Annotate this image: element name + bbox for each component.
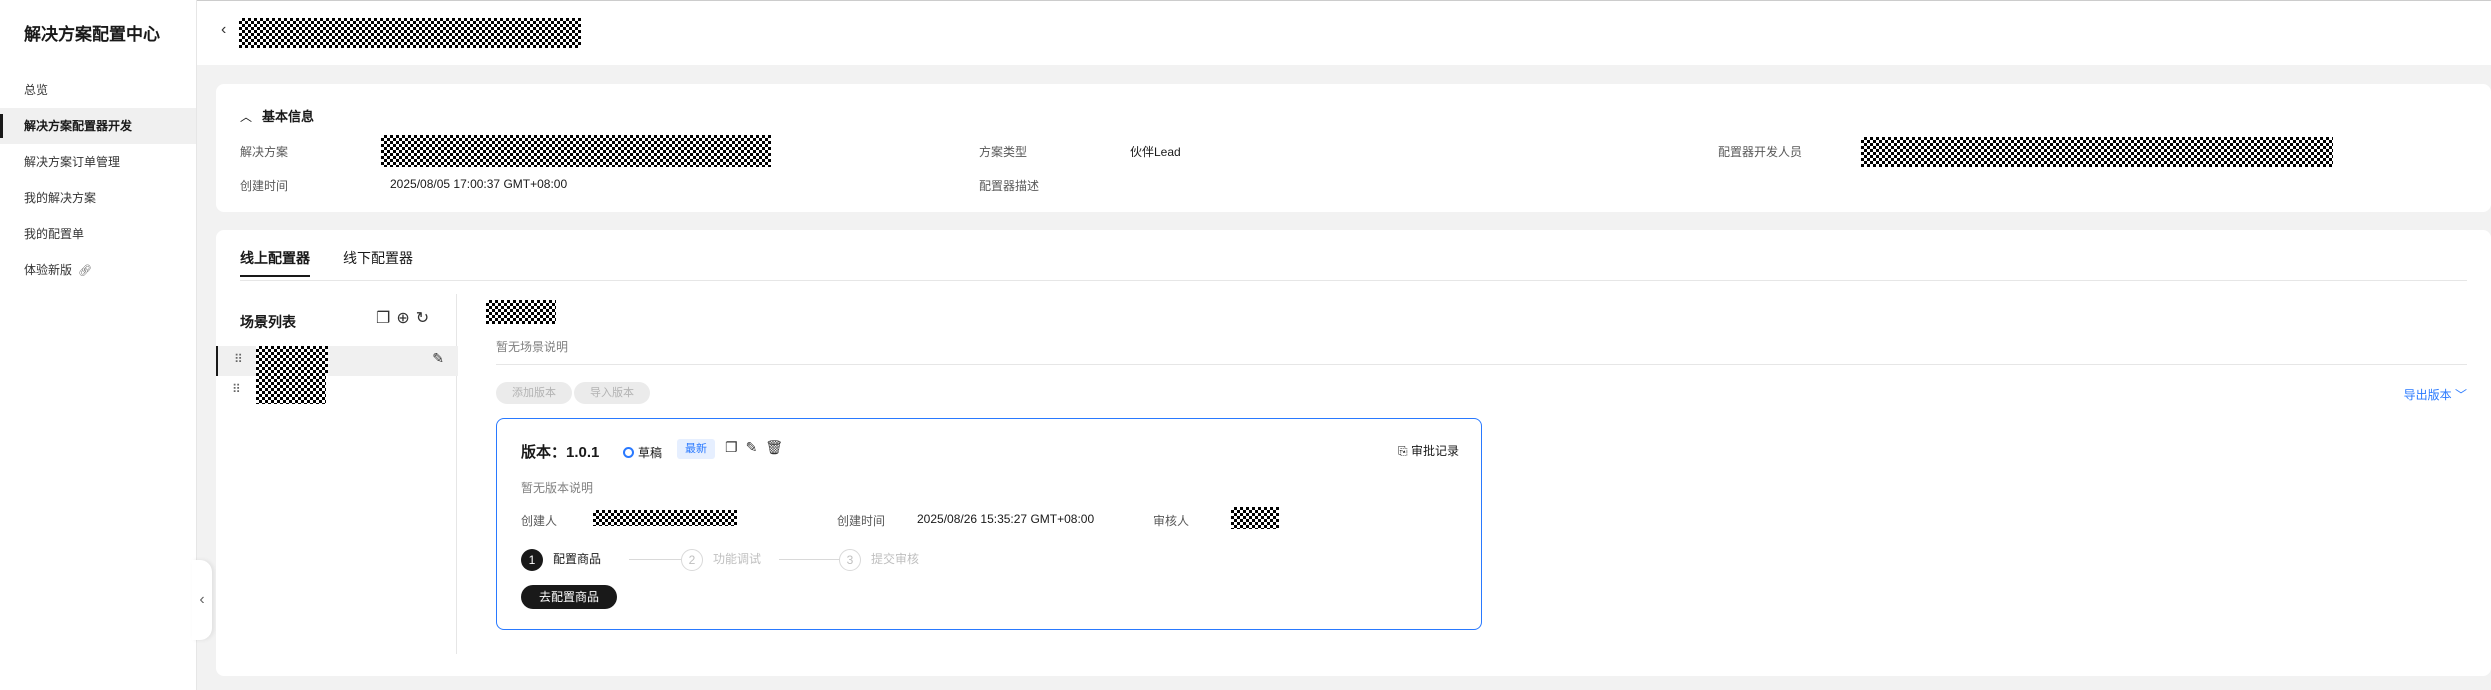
sidebar-item-overview[interactable]: 总览 xyxy=(0,72,196,108)
section-title: 基本信息 xyxy=(262,109,315,124)
step-function-debug: 2 功能调试 xyxy=(681,549,761,571)
sidebar-item-label: 我的解决方案 xyxy=(24,191,97,205)
add-version-button[interactable]: 添加版本 xyxy=(496,382,572,404)
record-icon: ⎘ xyxy=(1398,444,1408,458)
sidebar-item-my-config-list[interactable]: 我的配置单 xyxy=(0,216,196,252)
status-label: 草稿 xyxy=(638,446,663,460)
version-created-label: 创建时间 xyxy=(837,514,886,528)
page-header: ‹ xyxy=(197,0,2491,65)
version-title: 版本：1.0.1 xyxy=(521,444,600,461)
version-card: 版本：1.0.1 草稿 最新 ❐✎🗑︎ ⎘ 审批记录 暂无版本说明 创建人 创建… xyxy=(496,418,1482,630)
scene-title-redacted xyxy=(486,300,556,324)
divider xyxy=(496,364,2467,365)
sidebar-item-label: 我的配置单 xyxy=(24,227,85,241)
edit-icon[interactable]: ✎ xyxy=(432,350,444,367)
created-label: 创建时间 xyxy=(240,179,289,193)
tab-offline-configurator[interactable]: 线下配置器 xyxy=(343,248,413,268)
version-created-value: 2025/08/26 15:35:27 GMT+08:00 xyxy=(917,512,1095,526)
chevron-down-icon: ﹀ xyxy=(2454,388,2467,402)
type-label: 方案类型 xyxy=(979,145,1028,159)
scene-list-title: 场景列表 xyxy=(240,314,296,330)
scene-name-redacted xyxy=(256,376,326,404)
reviewer-label: 审核人 xyxy=(1153,514,1190,528)
basic-info-toggle[interactable]: ︿ 基本信息 xyxy=(240,106,314,125)
step-label: 配置商品 xyxy=(553,552,602,567)
scene-toolbar: ❐⊕↻ xyxy=(376,308,435,328)
edit-icon[interactable]: ✎ xyxy=(746,439,766,455)
tab-online-configurator[interactable]: 线上配置器 xyxy=(240,248,310,277)
export-version-label: 导出版本 xyxy=(2403,388,2452,402)
latest-badge: 最新 xyxy=(677,439,715,459)
approval-record-link[interactable]: ⎘ 审批记录 xyxy=(1398,442,1459,459)
import-version-button[interactable]: 导入版本 xyxy=(574,382,650,404)
go-configure-products-button[interactable]: 去配置商品 xyxy=(521,585,618,609)
approval-record-label: 审批记录 xyxy=(1410,444,1459,458)
configurator-card: 线上配置器 线下配置器 场景列表 ❐⊕↻ ⠿ ✎ ⠿ 暂无场景说明 添加版本 导… xyxy=(216,230,2491,676)
page-title-redacted xyxy=(239,18,581,48)
scene-name-redacted xyxy=(256,346,328,376)
app-title: 解决方案配置中心 xyxy=(24,25,160,44)
scene-description: 暂无场景说明 xyxy=(496,340,569,354)
sidebar-item-my-solutions[interactable]: 我的解决方案 xyxy=(0,180,196,216)
refresh-icon[interactable]: ↻ xyxy=(416,310,435,327)
solution-label: 解决方案 xyxy=(240,145,289,159)
created-value: 2025/08/05 17:00:37 GMT+08:00 xyxy=(390,177,568,191)
desc-label: 配置器描述 xyxy=(979,179,1040,193)
configurator-tabs: 线上配置器 线下配置器 xyxy=(240,230,2467,281)
version-actions: ❐✎🗑︎ xyxy=(725,439,791,456)
step-label: 功能调试 xyxy=(713,552,762,567)
scene-list-panel: 场景列表 ❐⊕↻ ⠿ ✎ ⠿ xyxy=(216,294,458,654)
sidebar-item-try-new[interactable]: 体验新版 🔗︎ xyxy=(0,252,196,288)
step-label: 提交审核 xyxy=(871,552,920,567)
step-submit-review: 3 提交审核 xyxy=(839,549,919,571)
step-number: 1 xyxy=(521,549,543,571)
export-version-button[interactable]: 导出版本 ﹀ xyxy=(2404,386,2467,403)
step-number: 2 xyxy=(681,549,703,571)
back-icon[interactable]: ‹ xyxy=(221,21,226,39)
add-circle-icon[interactable]: ⊕ xyxy=(396,310,415,327)
version-description: 暂无版本说明 xyxy=(521,481,594,495)
status-badge: 草稿 xyxy=(623,444,662,461)
step-number: 3 xyxy=(839,549,861,571)
sidebar: 解决方案配置中心 总览 解决方案配置器开发 解决方案订单管理 我的解决方案 我的… xyxy=(0,0,197,690)
sidebar-item-order-management[interactable]: 解决方案订单管理 xyxy=(0,144,196,180)
solution-value-redacted xyxy=(381,135,771,167)
scene-item[interactable]: ⠿ ✎ xyxy=(216,346,458,376)
scene-detail: 暂无场景说明 添加版本 导入版本 导出版本 ﹀ 版本：1.0.1 草稿 最新 ❐… xyxy=(476,294,2467,664)
creator-label: 创建人 xyxy=(521,514,558,528)
drag-handle-icon[interactable]: ⠿ xyxy=(232,382,241,396)
creator-value-redacted xyxy=(593,510,737,526)
scene-item[interactable]: ⠿ xyxy=(216,376,456,406)
step-configure-products: 1 配置商品 xyxy=(521,549,601,571)
sidebar-nav: 总览 解决方案配置器开发 解决方案订单管理 我的解决方案 我的配置单 体验新版 🔗… xyxy=(0,72,196,288)
status-dot-icon xyxy=(623,447,634,458)
sidebar-collapse-button[interactable]: ‹ xyxy=(192,560,212,640)
sidebar-item-label: 体验新版 xyxy=(24,263,73,277)
reviewer-value-redacted xyxy=(1231,507,1279,529)
drag-handle-icon[interactable]: ⠿ xyxy=(234,352,243,366)
developer-value-redacted xyxy=(1861,137,2333,167)
chevron-up-icon: ︿ xyxy=(240,110,253,124)
basic-info-card: ︿ 基本信息 解决方案 方案类型 伙伴Lead 配置器开发人员 创建时间 2025… xyxy=(216,84,2491,212)
type-value: 伙伴Lead xyxy=(1130,145,1181,159)
copy-icon[interactable]: ❐ xyxy=(376,310,396,327)
delete-icon[interactable]: 🗑︎ xyxy=(765,439,791,455)
copy-icon[interactable]: ❐ xyxy=(725,439,746,455)
sidebar-item-label: 解决方案订单管理 xyxy=(24,155,121,169)
sidebar-item-label: 解决方案配置器开发 xyxy=(24,119,133,133)
step-connector xyxy=(779,559,847,560)
sidebar-item-configurator-dev[interactable]: 解决方案配置器开发 xyxy=(0,108,196,144)
link-icon: 🔗︎ xyxy=(78,265,92,277)
developer-label: 配置器开发人员 xyxy=(1718,145,1803,159)
sidebar-item-label: 总览 xyxy=(24,83,49,97)
